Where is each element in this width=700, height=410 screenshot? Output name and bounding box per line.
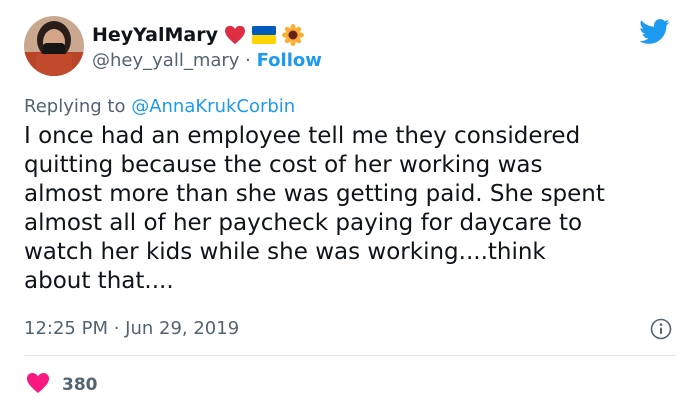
tweet-text-line: quitting because the cost of her working… <box>24 152 543 178</box>
tweet-text: I once had an employee tell me they cons… <box>24 122 684 296</box>
info-icon[interactable] <box>650 318 672 344</box>
handle-separator: · <box>239 50 257 71</box>
follow-button[interactable]: Follow <box>257 50 322 71</box>
tweet-text-line: about that.... <box>24 268 174 294</box>
likes[interactable]: 380 <box>26 372 98 398</box>
replying-to-prefix: Replying to <box>24 96 132 117</box>
tweet-text-line: I once had an employee tell me they cons… <box>24 123 581 149</box>
tweet-timestamp[interactable]: 12:25 PM · Jun 29, 2019 <box>24 318 239 339</box>
tweet-date[interactable]: Jun 29, 2019 <box>125 318 239 339</box>
tweet-text-line: almost more than she was getting paid. S… <box>24 181 605 207</box>
like-heart-icon[interactable] <box>26 372 50 398</box>
replying-to: Replying to @AnnaKrukCorbin <box>24 96 295 117</box>
avatar-photo <box>24 16 84 76</box>
avatar[interactable] <box>24 16 84 76</box>
divider <box>24 355 676 356</box>
author-display-name[interactable]: HeyYalMary <box>92 24 218 46</box>
author-handle-row: @hey_yall_mary · Follow <box>92 50 322 71</box>
tweet-time[interactable]: 12:25 PM <box>24 318 108 339</box>
ukraine-flag-icon <box>252 26 277 44</box>
reply-mention-link[interactable]: @AnnaKrukCorbin <box>131 96 295 117</box>
like-count: 380 <box>62 375 98 395</box>
tweet-text-line: almost all of her paycheck paying for da… <box>24 210 583 236</box>
author-handle[interactable]: @hey_yall_mary <box>92 50 239 71</box>
sunflower-icon <box>282 24 305 46</box>
heart-icon <box>224 25 246 45</box>
twitter-logo-icon[interactable] <box>638 18 670 49</box>
tweet-text-line: watch her kids while she was working....… <box>24 239 546 265</box>
timestamp-separator: · <box>107 318 126 339</box>
author-name-row: HeyYalMary <box>92 24 305 46</box>
